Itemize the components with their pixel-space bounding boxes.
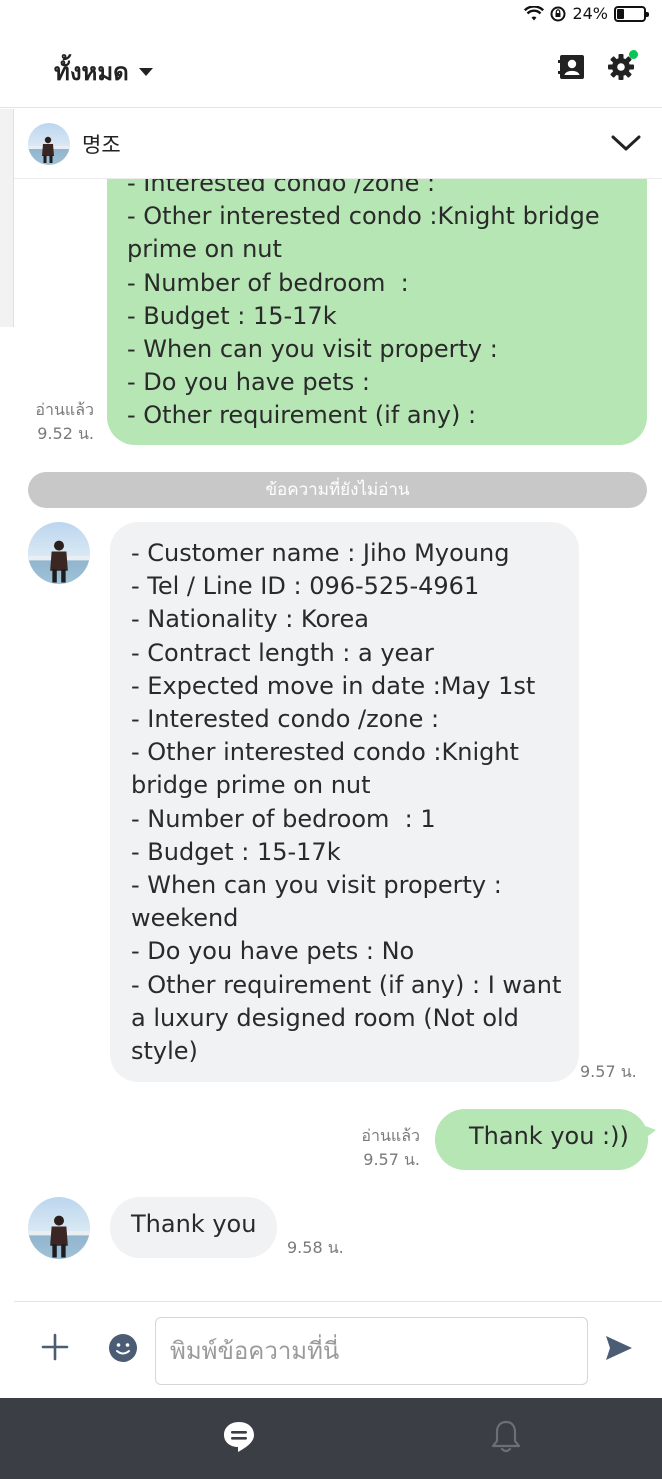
message-line: - Other interested condo :Knight bridge [127, 202, 600, 231]
message-meta: อ่านแล้ว 9.52 น. [20, 398, 94, 446]
message-line: - Do you have pets : [127, 368, 370, 397]
person-icon [28, 136, 70, 163]
caret-down-icon [138, 67, 153, 76]
message-bubble-outgoing[interactable]: - Interested condo /zone : - Other inter… [107, 179, 647, 445]
message-line: - When can you visit property : [131, 871, 502, 900]
message-line: - Interested condo /zone : [127, 179, 436, 197]
send-icon[interactable] [604, 1333, 634, 1363]
contacts-icon [558, 55, 584, 79]
message-meta: อ่านแล้ว 9.57 น. [340, 1124, 420, 1172]
unread-divider: ข้อความที่ยังไม่อ่าน [28, 472, 647, 508]
message-time: 9.58 น. [287, 1238, 344, 1257]
battery-icon [614, 5, 649, 22]
message-bubble-outgoing[interactable]: Thank you :)) [435, 1109, 648, 1170]
emoji-icon[interactable] [108, 1333, 138, 1363]
message-line: - Other requirement (if any) : [127, 401, 477, 430]
status-indicators: 24% [524, 4, 649, 23]
battery-level [617, 8, 624, 19]
chevron-down-icon[interactable] [610, 131, 642, 155]
message-line: - Nationality : Korea [131, 605, 369, 634]
person-icon [28, 1215, 90, 1258]
battery-percent: 24% [572, 4, 608, 23]
message-line: a luxury designed room (Not old [131, 1003, 519, 1032]
message-text: - Customer name : Jiho Myoung - Tel / Li… [131, 537, 561, 1068]
avatar[interactable] [28, 1197, 90, 1259]
message-line: - Other interested condo :Knight [131, 738, 519, 767]
message-text: Thank you [131, 1210, 257, 1238]
message-text: Thank you :)) [469, 1122, 629, 1150]
message-input[interactable] [155, 1317, 588, 1385]
message-line: - Contract length : a year [131, 638, 434, 667]
chat-header-bar[interactable]: 명조 [14, 109, 662, 179]
chat-bubble-icon[interactable] [222, 1420, 256, 1454]
bell-icon[interactable] [489, 1418, 523, 1454]
bubble-tail [640, 1124, 656, 1142]
settings-button[interactable] [606, 50, 638, 82]
message-line: - Tel / Line ID : 096-525-4961 [131, 572, 480, 601]
message-line: style) [131, 1037, 198, 1066]
person-icon [28, 540, 90, 583]
wifi-icon [524, 5, 545, 20]
message-time: 9.57 น. [363, 1150, 420, 1169]
message-line: - Customer name : Jiho Myoung [131, 539, 510, 567]
message-input-bar [14, 1301, 662, 1398]
message-line: - Budget : 15-17k [127, 301, 337, 330]
chat-filter-dropdown[interactable]: ทั้งหมด [54, 52, 153, 91]
message-line: weekend [131, 904, 239, 933]
message-line: - Interested condo /zone : [131, 705, 440, 734]
avatar[interactable] [28, 522, 90, 584]
chat-name: 명조 [82, 133, 121, 157]
contacts-button[interactable] [557, 52, 587, 82]
bottom-nav [0, 1398, 662, 1479]
message-bubble-incoming[interactable]: - Customer name : Jiho Myoung - Tel / Li… [110, 522, 579, 1082]
message-line: - Do you have pets : No [131, 937, 415, 966]
app-header: ทั้งหมด [0, 30, 662, 108]
message-bubble-incoming[interactable]: Thank you [110, 1197, 277, 1258]
message-line: - Number of bedroom : [127, 268, 409, 297]
side-strip [0, 109, 14, 327]
message-line: - Budget : 15-17k [131, 837, 341, 866]
status-bar: 24% [0, 0, 662, 30]
read-receipt: อ่านแล้ว [361, 1126, 420, 1145]
message-line: prime on nut [127, 235, 282, 264]
notification-dot [629, 50, 638, 59]
avatar [28, 123, 70, 165]
message-line: - Other requirement (if any) : I want [131, 970, 562, 999]
header-title: ทั้งหมด [54, 58, 129, 86]
plus-icon[interactable] [40, 1332, 70, 1362]
message-time: 9.52 น. [37, 424, 94, 443]
rotation-lock-icon [550, 6, 566, 21]
message-line: - Expected move in date :May 1st [131, 671, 536, 700]
message-line: - When can you visit property : [127, 335, 498, 364]
message-text: - Interested condo /zone : - Other inter… [127, 179, 600, 433]
read-receipt: อ่านแล้ว [35, 400, 94, 419]
message-time: 9.57 น. [580, 1062, 637, 1081]
message-line: bridge prime on nut [131, 771, 371, 800]
message-line: - Number of bedroom : 1 [131, 804, 436, 833]
